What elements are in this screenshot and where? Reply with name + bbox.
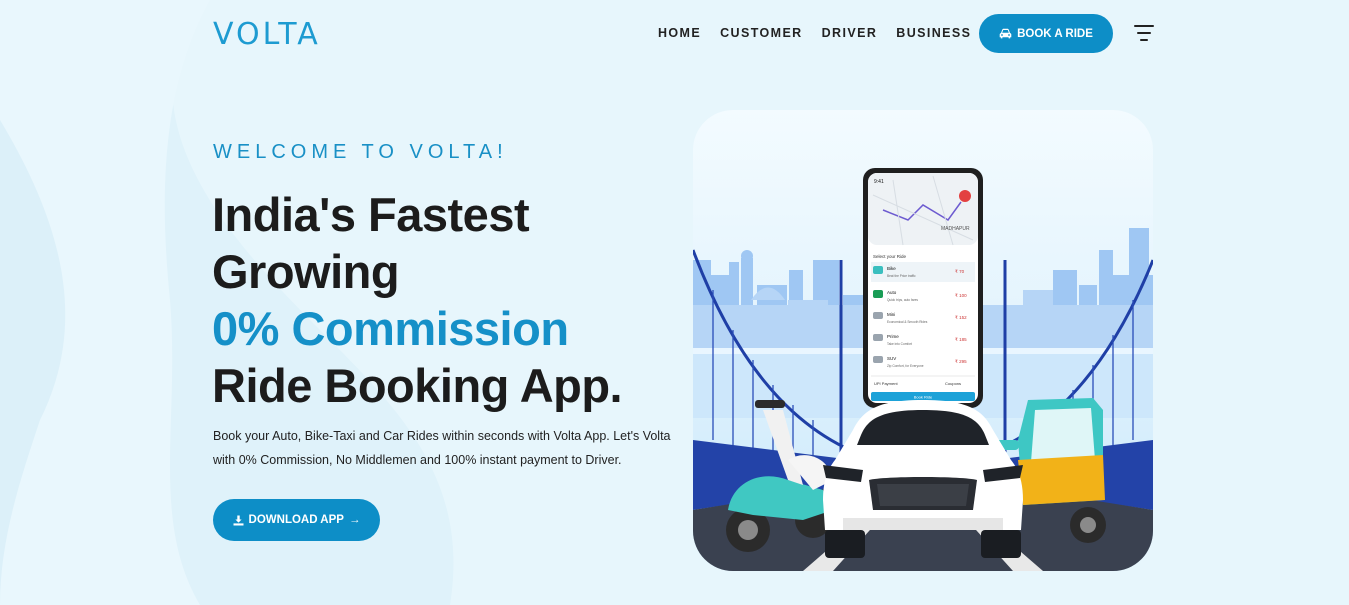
phone-book-label: Book Ride: [914, 395, 933, 400]
download-app-button[interactable]: DOWNLOAD APP →: [213, 499, 380, 541]
ride-desc-1: Beat the Price traffic: [887, 274, 916, 278]
phone-map-label: MADHAPUR: [941, 226, 970, 232]
nav-business[interactable]: BUSINESS: [896, 24, 971, 42]
hero-description: Book your Auto, Bike-Taxi and Car Rides …: [213, 429, 671, 467]
phone-select-title: Select your Ride: [873, 254, 907, 259]
phone-coupons-label: Coupons: [945, 381, 961, 386]
ride-price-5: ₹ 295: [955, 359, 967, 364]
headline-accent: 0% Commission: [212, 302, 569, 355]
ride-name-2: Auto: [887, 290, 897, 295]
ride-name-5: SUV: [887, 356, 896, 361]
download-app-label: DOWNLOAD APP: [248, 514, 344, 526]
ride-price-3: ₹ 152: [955, 315, 967, 320]
city-bridge-scene: 9:41 MADHAPUR Select your Ride Bike Beat…: [693, 168, 1153, 571]
hero-headline: India's Fastest Growing 0% Commission Ri…: [212, 186, 692, 414]
headline-line-4: Ride Booking App.: [212, 359, 623, 412]
ride-price-2: ₹ 100: [955, 293, 967, 298]
nav-driver[interactable]: DRIVER: [822, 24, 878, 42]
brand-logo-text: VOLTA: [213, 16, 321, 52]
book-a-ride-label: BOOK A RIDE: [1017, 27, 1093, 40]
hero-kicker: WELCOME TO VOLTA!: [213, 141, 508, 163]
phone-mockup: 9:41 MADHAPUR Select your Ride Bike Beat…: [863, 168, 983, 408]
main-nav: HOME CUSTOMER DRIVER BUSINESS: [658, 24, 990, 42]
nav-customer[interactable]: CUSTOMER: [720, 24, 803, 42]
phone-payment-label: UPI Payment: [874, 381, 898, 386]
phone-status-time: 9:41: [874, 179, 884, 185]
ride-desc-4: Take into Comfort: [887, 342, 912, 346]
ride-price-4: ₹ 185: [955, 337, 967, 342]
ride-desc-5: Zip Comfort, for Everyone: [887, 364, 924, 368]
ride-name-1: Bike: [887, 266, 896, 271]
ride-name-4: Prime: [887, 334, 899, 339]
hero-illustration: 9:41 MADHAPUR Select your Ride Bike Beat…: [693, 110, 1153, 571]
ride-desc-3: Economical & Smooth Rides: [887, 320, 928, 324]
download-icon: [233, 515, 244, 525]
headline-line-2: Growing: [212, 245, 400, 298]
headline-line-1: India's Fastest: [212, 188, 530, 241]
car-icon: [999, 28, 1012, 39]
ride-price-1: ₹ 70: [955, 269, 965, 274]
brand-logo[interactable]: VOLTA: [213, 17, 321, 52]
ride-name-3: Mini: [887, 312, 895, 317]
arrow-right-icon: →: [348, 514, 361, 526]
hamburger-menu-icon[interactable]: [1132, 22, 1156, 44]
nav-home[interactable]: HOME: [658, 24, 701, 42]
ride-desc-2: Quick trips, auto fares: [887, 298, 918, 302]
book-a-ride-button[interactable]: BOOK A RIDE: [979, 14, 1113, 53]
